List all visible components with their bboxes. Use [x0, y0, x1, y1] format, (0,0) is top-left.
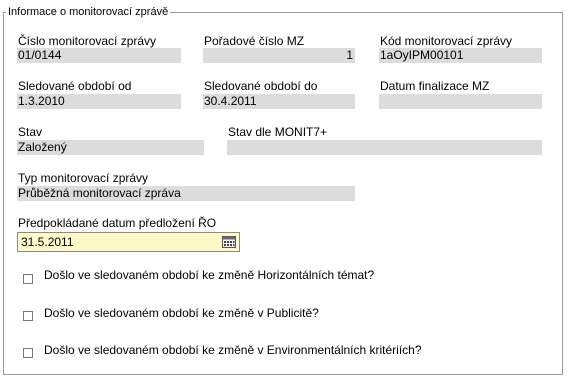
checkbox-horizontalni-temata[interactable]	[23, 274, 33, 284]
stav-monit-value	[227, 140, 542, 155]
stav-monit-label: Stav dle MONIT7+	[228, 125, 328, 139]
stav-value: Založený	[17, 140, 204, 155]
obdobi-od-value: 1.3.2010	[17, 94, 181, 109]
poradove-cislo-value: 1	[203, 48, 355, 63]
checkbox-publicita-label: Došlo ve sledovaném období ke změně v Pu…	[44, 306, 319, 320]
poradove-cislo-label: Pořadové číslo MZ	[204, 34, 305, 48]
predpokladane-datum-label: Předpokládané datum předložení ŘO	[18, 216, 217, 230]
checkbox-horizontalni-temata-label: Došlo ve sledovaném období ke změně Hori…	[44, 268, 375, 282]
obdobi-od-label: Sledované období od	[18, 79, 132, 93]
obdobi-do-value: 30.4.2011	[203, 94, 355, 109]
section-legend: Informace o monitorovací zprávě	[6, 5, 171, 19]
stav-label: Stav	[18, 125, 43, 139]
typ-mz-value: Průběžná monitorovací zpráva	[17, 186, 355, 201]
obdobi-do-label: Sledované období do	[204, 79, 318, 93]
kod-mz-label: Kód monitorovací zprávy	[380, 34, 513, 48]
checkbox-publicita[interactable]	[23, 311, 33, 321]
typ-mz-label: Typ monitorovací zprávy	[18, 171, 149, 185]
predpokladane-datum-value: 31.5.2011	[21, 235, 74, 249]
datum-finalizace-value	[379, 94, 542, 109]
kod-mz-value: 1aOyIPM00101	[379, 48, 542, 63]
datum-finalizace-label: Datum finalizace MZ	[380, 79, 490, 93]
checkbox-environmentalni-kriteria-label: Došlo ve sledovaném období ke změně v En…	[44, 343, 422, 357]
cislo-mz-label: Číslo monitorovací zprávy	[18, 34, 157, 48]
checkbox-environmentalni-kriteria[interactable]	[23, 348, 33, 358]
cislo-mz-value: 01/0144	[17, 48, 181, 63]
calendar-icon[interactable]	[222, 236, 236, 248]
predpokladane-datum-input[interactable]: 31.5.2011	[17, 232, 240, 252]
